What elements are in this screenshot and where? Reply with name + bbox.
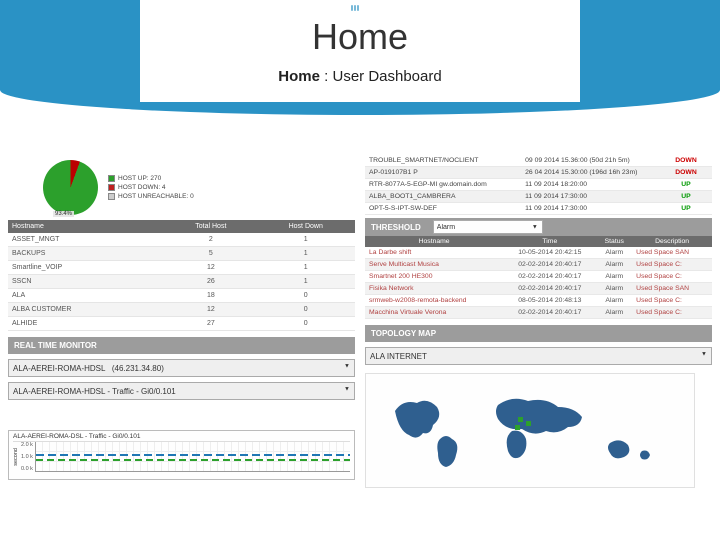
threshold-table: HostnameTimeStatusDescription La Darbe s… xyxy=(365,236,712,319)
event-row[interactable]: TROUBLE_SMARTNET/NOCLIENT09 09 2014 15.3… xyxy=(365,155,712,167)
world-map[interactable] xyxy=(365,373,695,488)
map-icon xyxy=(380,381,680,481)
host-select[interactable] xyxy=(8,359,355,377)
title-card: Home Home : User Dashboard xyxy=(140,0,580,102)
page-title: Home xyxy=(140,16,580,58)
table-row[interactable]: BACKUPS51 xyxy=(8,247,355,261)
topology-header: TOPOLOGY MAP xyxy=(365,325,712,342)
threshold-select[interactable] xyxy=(433,220,543,234)
events-table: TROUBLE_SMARTNET/NOCLIENT09 09 2014 15.3… xyxy=(365,155,712,215)
table-row[interactable]: ALA180 xyxy=(8,289,355,303)
breadcrumb: Home : User Dashboard xyxy=(140,68,580,85)
table-row[interactable]: ALHIDE270 xyxy=(8,317,355,331)
threshold-header: THRESHOLD xyxy=(365,218,712,236)
alarm-row[interactable]: Macchina Virtuale Verona02-02-2014 20:40… xyxy=(365,307,712,319)
traffic-select[interactable] xyxy=(8,382,355,400)
alarm-row[interactable]: srmweb-w2008-remota-backend08-05-2014 20… xyxy=(365,295,712,307)
alarm-row[interactable]: Smartnet 200 HE30002-02-2014 20:40:17Ala… xyxy=(365,271,712,283)
event-row[interactable]: AP-019107B1 P26 04 2014 15.30:00 (196d 1… xyxy=(365,167,712,179)
header-banner: Home Home : User Dashboard xyxy=(0,0,720,115)
host-status-pie: 93.4% xyxy=(43,160,98,215)
event-row[interactable]: OPT-5-S-IPT-SW-DEF11 09 2014 17:30:00UP xyxy=(365,203,712,215)
y-axis-label: second xyxy=(13,448,19,466)
table-row[interactable]: SSCN261 xyxy=(8,275,355,289)
pie-center-label: 93.4% xyxy=(53,211,74,217)
alarm-row[interactable]: La Darbe shift10-05-2014 20:42:15AlarmUs… xyxy=(365,247,712,259)
alarm-row[interactable]: Fisika Network02-02-2014 20:40:17AlarmUs… xyxy=(365,283,712,295)
chart-title: ALA-AEREI-ROMA-DSL - Traffic - Gi0/0.101 xyxy=(13,433,350,442)
pie-legend: HOST UP: 270HOST DOWN: 4HOST UNREACHABLE… xyxy=(108,174,194,201)
event-row[interactable]: ALBA_BOOT1_CAMBRERA11 09 2014 17:30:00UP xyxy=(365,191,712,203)
alarm-row[interactable]: Serve Multicast Musica02-02-2014 20:40:1… xyxy=(365,259,712,271)
traffic-chart: ALA-AEREI-ROMA-DSL - Traffic - Gi0/0.101… xyxy=(8,430,355,480)
plot-area xyxy=(35,442,350,472)
topology-select[interactable] xyxy=(365,347,712,365)
hosts-table: HostnameTotal HostHost Down ASSET_MNGT21… xyxy=(8,220,355,331)
realtime-header: REAL TIME MONITOR xyxy=(8,337,355,354)
table-row[interactable]: Smartline_VOIP121 xyxy=(8,261,355,275)
table-row[interactable]: ASSET_MNGT21 xyxy=(8,233,355,247)
table-row[interactable]: ALBA CUSTOMER120 xyxy=(8,303,355,317)
event-row[interactable]: RTR-8077A-5-EGP-MI gw.domain.dom11 09 20… xyxy=(365,179,712,191)
